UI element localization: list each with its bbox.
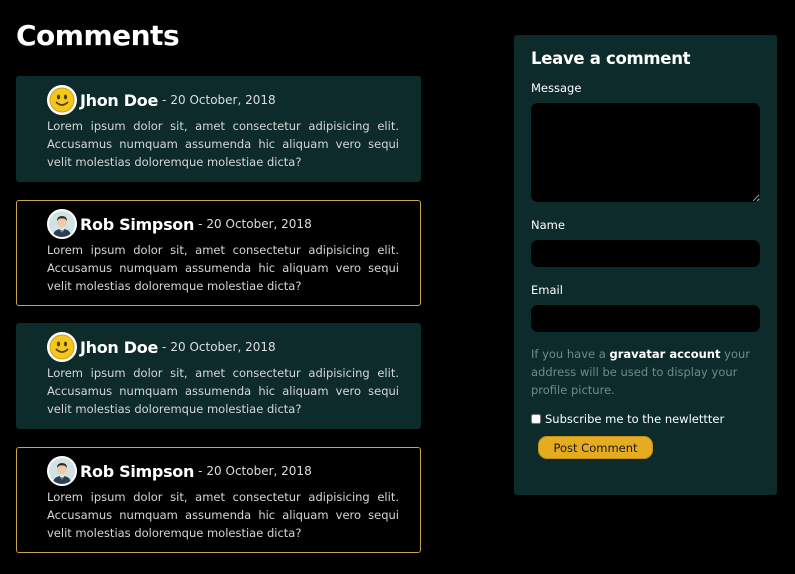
comment-form: Leave a comment Message Name Email If yo… — [514, 35, 777, 495]
comment-date: 20 October, 2018 — [170, 93, 276, 107]
subscribe-checkbox[interactable] — [531, 414, 541, 424]
comment-date: 20 October, 2018 — [170, 340, 276, 354]
name-label: Name — [531, 218, 565, 232]
message-field[interactable] — [531, 103, 760, 202]
form-title: Leave a comment — [531, 49, 691, 68]
comment-author: Jhon Doe — [80, 337, 159, 357]
email-label: Email — [531, 283, 563, 297]
email-field[interactable] — [531, 305, 760, 332]
gravatar-account-link: gravatar account — [609, 347, 721, 361]
comment-header: Rob Simpson - 20 October, 2018 — [47, 209, 312, 239]
comment-author: Rob Simpson — [80, 214, 195, 234]
gravatar-note: If you have a gravatar account your addr… — [531, 345, 763, 399]
comment-separator: - — [162, 93, 167, 107]
name-field[interactable] — [531, 240, 760, 267]
page-title: Comments — [16, 19, 180, 52]
gravatar-note-before: If you have a — [531, 347, 610, 361]
smiley-avatar-icon — [47, 332, 77, 362]
comment-card: Jhon Doe - 20 October, 2018 Lorem ipsum … — [16, 323, 421, 429]
comment-text: Lorem ipsum dolor sit, amet consectetur … — [47, 119, 399, 169]
comment-separator: - — [198, 464, 203, 478]
comment-separator: - — [198, 217, 203, 231]
post-comment-button[interactable]: Post Comment — [538, 436, 653, 459]
comment-text: Lorem ipsum dolor sit, amet consectetur … — [47, 490, 399, 540]
subscribe-option[interactable]: Subscribe me to the newlettter — [531, 412, 724, 426]
comment-card: Jhon Doe - 20 October, 2018 Lorem ipsum … — [16, 76, 421, 182]
comment-header: Jhon Doe - 20 October, 2018 — [47, 332, 276, 362]
comment-card: Rob Simpson - 20 October, 2018 Lorem ips… — [16, 200, 421, 306]
comment-date: 20 October, 2018 — [206, 464, 312, 478]
man-avatar-icon — [47, 209, 77, 239]
smiley-avatar-icon — [47, 85, 77, 115]
comment-date: 20 October, 2018 — [206, 217, 312, 231]
comment-card: Rob Simpson - 20 October, 2018 Lorem ips… — [16, 447, 421, 553]
comment-text: Lorem ipsum dolor sit, amet consectetur … — [47, 243, 399, 293]
comment-header: Jhon Doe - 20 October, 2018 — [47, 85, 276, 115]
message-label: Message — [531, 81, 582, 95]
comment-author: Jhon Doe — [80, 90, 159, 110]
comment-text: Lorem ipsum dolor sit, amet consectetur … — [47, 366, 399, 416]
man-avatar-icon — [47, 456, 77, 486]
comment-header: Rob Simpson - 20 October, 2018 — [47, 456, 312, 486]
page: Comments Jhon Doe - 20 October, 2018 Lor… — [0, 0, 795, 574]
subscribe-label: Subscribe me to the newlettter — [545, 412, 725, 426]
comment-author: Rob Simpson — [80, 461, 195, 481]
comment-separator: - — [162, 340, 167, 354]
